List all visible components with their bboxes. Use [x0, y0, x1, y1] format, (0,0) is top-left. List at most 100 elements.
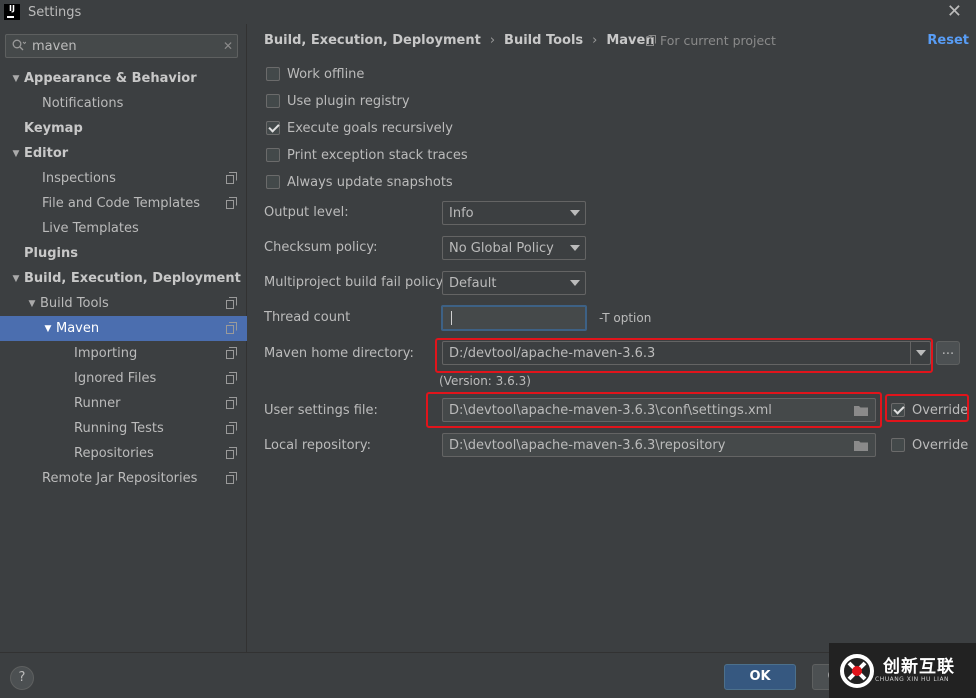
user-settings-input[interactable]: D:\devtool\apache-maven-3.6.3\conf\setti…: [442, 398, 876, 422]
sidebar-item-ignored-files[interactable]: Ignored Files: [0, 366, 247, 391]
expand-arrow-icon[interactable]: ▼: [8, 274, 24, 284]
expand-arrow-icon[interactable]: ▼: [40, 324, 56, 334]
project-scope-icon: [646, 35, 656, 46]
user-settings-override-checkbox[interactable]: [891, 403, 905, 417]
breadcrumb: Build, Execution, Deployment › Build Too…: [264, 33, 655, 48]
chevron-down-icon: [910, 342, 930, 364]
multiproject-policy-label: Multiproject build fail policy:: [264, 275, 447, 290]
sidebar-item-file-and-code-templates[interactable]: File and Code Templates: [0, 191, 247, 216]
work-offline-checkbox[interactable]: [266, 67, 280, 81]
watermark-logo: 创新互联 CHUANG XIN HU LIAN: [829, 643, 976, 698]
execute-goals-option[interactable]: Execute goals recursively: [266, 118, 453, 138]
plugin-registry-checkbox[interactable]: [266, 94, 280, 108]
folder-icon[interactable]: [853, 439, 869, 452]
output-level-value: Info: [449, 205, 474, 221]
sidebar-item-label: Runner: [74, 396, 121, 411]
search-icon: [12, 39, 32, 54]
execute-goals-checkbox[interactable]: [266, 121, 280, 135]
ok-button[interactable]: OK: [724, 664, 796, 690]
local-repository-override-label: Override: [912, 437, 969, 453]
sidebar-item-running-tests[interactable]: Running Tests: [0, 416, 247, 441]
local-repository-label: Local repository:: [264, 438, 371, 453]
search-input[interactable]: [32, 36, 219, 56]
sidebar-item-label: Running Tests: [74, 421, 164, 436]
thread-count-label: Thread count: [264, 310, 351, 325]
settings-search[interactable]: ✕: [5, 34, 238, 58]
work-offline-option[interactable]: Work offline: [266, 64, 364, 84]
sidebar-item-build-tools[interactable]: ▼ Build Tools: [0, 291, 247, 316]
sidebar-item-label: File and Code Templates: [42, 196, 200, 211]
sidebar-item-appearance-behavior[interactable]: ▼ Appearance & Behavior: [0, 66, 247, 91]
sidebar-item-importing[interactable]: Importing: [0, 341, 247, 366]
sidebar-item-inspections[interactable]: Inspections: [0, 166, 247, 191]
expand-arrow-icon[interactable]: ▼: [8, 74, 24, 84]
expand-arrow-icon[interactable]: ▼: [24, 299, 40, 309]
sidebar-item-notifications[interactable]: Notifications: [0, 91, 247, 116]
thread-count-input[interactable]: [441, 305, 587, 331]
breadcrumb-item: Build, Execution, Deployment: [264, 33, 481, 48]
sidebar-item-label: Maven: [56, 321, 100, 336]
expand-arrow-icon[interactable]: ▼: [8, 149, 24, 159]
settings-tree: ▼ Appearance & Behavior Notifications Keyma…: [0, 66, 247, 491]
clear-search-icon[interactable]: ✕: [219, 39, 237, 53]
project-scope-icon: [226, 347, 237, 359]
project-scope-icon: [226, 172, 237, 184]
help-button[interactable]: ?: [10, 666, 34, 690]
sidebar-item-maven[interactable]: ▼ Maven: [0, 316, 247, 341]
window-title: Settings: [28, 4, 82, 20]
work-offline-label: Work offline: [287, 66, 365, 82]
sidebar-item-label: Build Tools: [40, 296, 109, 311]
user-settings-label: User settings file:: [264, 403, 378, 418]
user-settings-value: D:\devtool\apache-maven-3.6.3\conf\setti…: [449, 402, 772, 418]
output-level-select[interactable]: Info: [442, 201, 586, 225]
local-repository-input[interactable]: D:\devtool\apache-maven-3.6.3\repository: [442, 433, 876, 457]
sidebar-item-editor[interactable]: ▼ Editor: [0, 141, 247, 166]
maven-home-select[interactable]: D:/devtool/apache-maven-3.6.3: [442, 341, 931, 365]
sidebar-item-plugins[interactable]: Plugins: [0, 241, 247, 266]
sidebar-item-label: Appearance & Behavior: [24, 71, 197, 86]
title-bar: IJ Settings ✕: [0, 0, 976, 24]
sidebar-item-repositories[interactable]: Repositories: [0, 441, 247, 466]
chevron-down-icon: [565, 202, 585, 224]
checksum-policy-select[interactable]: No Global Policy: [442, 236, 586, 260]
sidebar-item-runner[interactable]: Runner: [0, 391, 247, 416]
sidebar-item-label: Plugins: [24, 246, 78, 261]
local-repository-override-checkbox[interactable]: [891, 438, 905, 452]
project-scope-icon: [226, 422, 237, 434]
project-scope-icon: [226, 322, 237, 334]
folder-icon[interactable]: [853, 404, 869, 417]
sidebar-item-remote-jar-repositories[interactable]: Remote Jar Repositories: [0, 466, 247, 491]
multiproject-policy-select[interactable]: Default: [442, 271, 586, 295]
always-update-option[interactable]: Always update snapshots: [266, 172, 453, 192]
multiproject-policy-value: Default: [449, 275, 497, 291]
project-scope-icon: [226, 372, 237, 384]
always-update-checkbox[interactable]: [266, 175, 280, 189]
sidebar-item-keymap[interactable]: Keymap: [0, 116, 247, 141]
close-icon[interactable]: ✕: [947, 1, 962, 22]
sidebar-item-label: Keymap: [24, 121, 83, 136]
sidebar-item-live-templates[interactable]: Live Templates: [0, 216, 247, 241]
maven-version-text: (Version: 3.6.3): [439, 374, 531, 388]
plugin-registry-option[interactable]: Use plugin registry: [266, 91, 410, 111]
scope-label: For current project: [646, 33, 776, 48]
sidebar-item-build-execution-deployment[interactable]: ▼ Build, Execution, Deployment: [0, 266, 247, 291]
browse-maven-home-button[interactable]: ...: [936, 341, 960, 365]
execute-goals-label: Execute goals recursively: [287, 120, 453, 136]
watermark-subtext: CHUANG XIN HU LIAN: [875, 675, 950, 683]
project-scope-icon: [226, 447, 237, 459]
output-level-label: Output level:: [264, 205, 349, 220]
print-exception-option[interactable]: Print exception stack traces: [266, 145, 468, 165]
sidebar-item-label: Importing: [74, 346, 138, 361]
breadcrumb-separator: ›: [489, 33, 496, 48]
user-settings-override-option[interactable]: Override: [891, 400, 968, 420]
settings-sidebar: ✕ ▼Appearance & BehaviorNotificationsKey…: [0, 24, 247, 652]
maven-home-label: Maven home directory:: [264, 346, 414, 361]
watermark-text: 创新互联: [883, 656, 955, 677]
reset-link[interactable]: Reset: [927, 33, 969, 48]
print-exception-checkbox[interactable]: [266, 148, 280, 162]
sidebar-item-label: Notifications: [42, 96, 124, 111]
user-settings-override-label: Override: [912, 402, 969, 418]
thread-count-hint: -T option: [599, 311, 652, 325]
local-repository-override-option[interactable]: Override: [891, 435, 968, 455]
print-exception-label: Print exception stack traces: [287, 147, 468, 163]
